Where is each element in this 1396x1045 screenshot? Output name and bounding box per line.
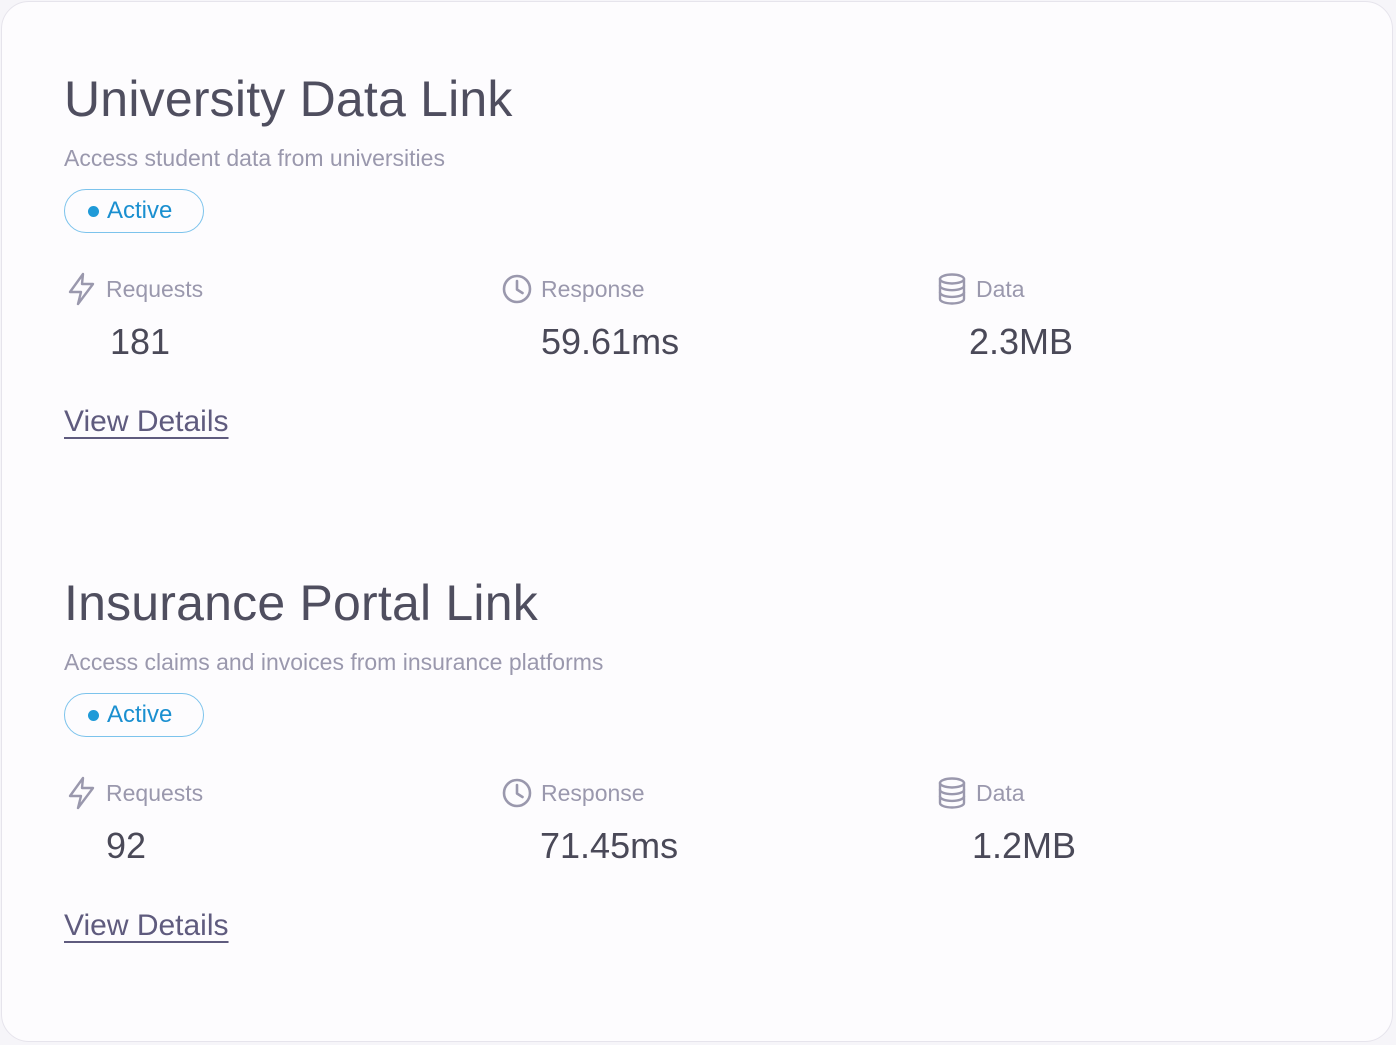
metric-requests: Requests 92	[64, 776, 364, 876]
view-details-link[interactable]: View Details	[64, 908, 229, 944]
lightning-icon	[66, 272, 98, 306]
clock-icon	[501, 776, 533, 810]
database-icon	[936, 272, 968, 306]
metric-data: Data 1.2MB	[934, 776, 1234, 876]
integration-description: Access student data from universities	[64, 145, 445, 171]
clock-icon	[501, 272, 533, 306]
metric-label: Response	[541, 276, 645, 302]
metric-label: Data	[976, 780, 1025, 806]
metric-requests: Requests 181	[64, 272, 364, 372]
metric-label: Data	[976, 276, 1025, 302]
status-badge: Active	[64, 189, 204, 233]
metric-data: Data 2.3MB	[934, 272, 1234, 372]
status-dot	[88, 709, 99, 721]
integration-title: Insurance Portal Link	[64, 575, 538, 631]
integration-title: University Data Link	[64, 71, 513, 127]
integration-description: Access claims and invoices from insuranc…	[64, 649, 604, 675]
integration-card: University Data Link Access student data…	[64, 68, 1164, 468]
metric-response: Response 59.61ms	[499, 272, 799, 372]
view-details-link[interactable]: View Details	[64, 404, 229, 440]
metric-label: Requests	[106, 276, 204, 302]
status-dot	[88, 205, 99, 217]
lightning-icon	[66, 776, 98, 810]
metric-label: Response	[541, 780, 645, 806]
status-label: Active	[107, 701, 173, 728]
metric-value: 59.61ms	[541, 321, 680, 362]
integration-card: Insurance Portal Link Access claims and …	[64, 572, 1164, 972]
integrations-panel: University Data Link Access student data…	[1, 1, 1393, 1042]
status-label: Active	[107, 197, 173, 224]
metric-value: 71.45ms	[540, 825, 679, 866]
metric-value: 181	[110, 321, 171, 362]
metric-value: 92	[106, 825, 147, 866]
status-badge: Active	[64, 693, 204, 737]
metric-label: Requests	[106, 780, 204, 806]
metric-value: 2.3MB	[969, 321, 1074, 362]
metric-response: Response 71.45ms	[499, 776, 799, 876]
metric-value: 1.2MB	[972, 825, 1077, 866]
database-icon	[936, 776, 968, 810]
